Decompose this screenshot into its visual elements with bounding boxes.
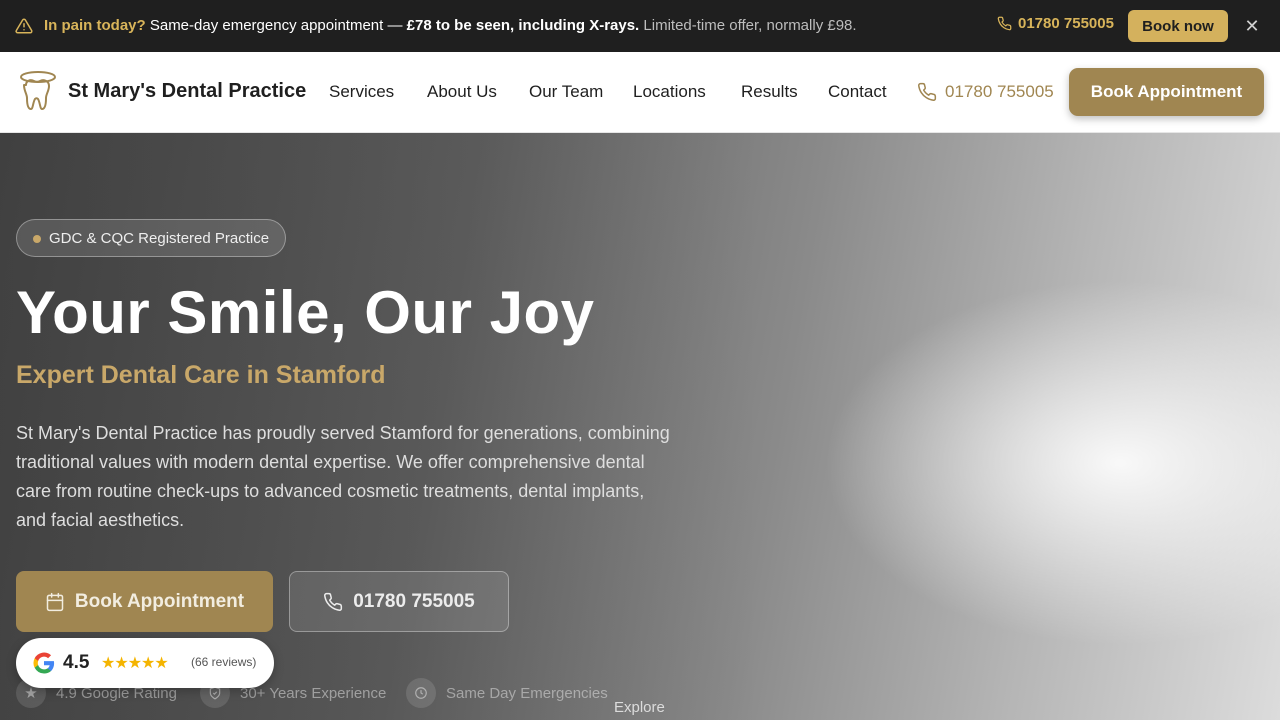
hero-title: Your Smile, Our Joy xyxy=(16,279,595,346)
warning-icon xyxy=(15,18,33,34)
announcement-note: Limited-time offer, normally £98. xyxy=(643,17,857,34)
nav-item-about-us[interactable]: About Us xyxy=(427,82,497,102)
phone-icon xyxy=(997,16,1012,31)
hero-call-button[interactable]: 01780 755005 xyxy=(289,571,509,632)
trust-label: 30+ Years Experience xyxy=(240,684,387,702)
nav-item-locations[interactable]: Locations xyxy=(633,82,706,102)
close-icon[interactable]: ✕ xyxy=(1243,17,1261,35)
brand-name[interactable]: St Mary's Dental Practice xyxy=(68,80,306,103)
hero-book-label: Book Appointment xyxy=(74,590,245,612)
hero-tagline: Expert Dental Care in Stamford xyxy=(16,361,386,389)
header-phone-link[interactable]: 01780 755005 xyxy=(945,82,1054,102)
registration-badge: GDC & CQC Registered Practice xyxy=(16,219,287,257)
calendar-icon xyxy=(46,592,64,611)
announcement-text: Same-day emergency appointment — xyxy=(149,17,403,34)
announcement-bar: In pain today? Same-day emergency appoin… xyxy=(0,0,1280,52)
review-stars: ★★★★★ xyxy=(101,655,169,672)
phone-icon xyxy=(324,592,343,611)
trust-item-emergencies: Same Day Emergencies xyxy=(406,678,608,708)
hero-section: GDC & CQC Registered Practice Your Smile… xyxy=(0,133,1280,720)
review-score: 4.5 xyxy=(63,652,90,673)
phone-icon xyxy=(918,82,937,101)
explore-link[interactable]: Explore xyxy=(614,699,665,716)
clock-icon xyxy=(406,678,436,708)
nav-item-results[interactable]: Results xyxy=(741,82,798,102)
badge-label: GDC & CQC Registered Practice xyxy=(49,229,270,247)
google-review-widget[interactable]: 4.5 ★★★★★ (66 reviews) xyxy=(16,638,274,688)
hero-book-appointment-button[interactable]: Book Appointment xyxy=(16,571,273,632)
book-now-button[interactable]: Book now xyxy=(1128,10,1228,42)
tooth-icon[interactable] xyxy=(17,68,59,114)
nav-item-contact[interactable]: Contact xyxy=(828,82,887,102)
announcement-phone-number: 01780 755005 xyxy=(1018,15,1114,32)
hero-intro: St Mary's Dental Practice has proudly se… xyxy=(16,423,670,530)
announcement-phone-link[interactable]: 01780 755005 xyxy=(997,15,1114,32)
book-appointment-button[interactable]: Book Appointment xyxy=(1069,68,1264,116)
hero-call-label: 01780 755005 xyxy=(353,590,475,612)
nav-item-our-team[interactable]: Our Team xyxy=(529,82,603,102)
nav-item-services[interactable]: Services xyxy=(329,82,394,102)
google-icon xyxy=(33,652,55,674)
review-count: (66 reviews) xyxy=(191,655,257,669)
site-header: St Mary's Dental Practice Services About… xyxy=(0,52,1280,133)
announcement-message: In pain today? Same-day emergency appoin… xyxy=(44,17,857,34)
trust-label: Same Day Emergencies xyxy=(446,684,608,702)
announcement-highlight: In pain today? xyxy=(44,17,146,34)
badge-dot-icon xyxy=(33,235,41,243)
announcement-price: £78 to be seen, including X-rays. xyxy=(406,17,640,34)
